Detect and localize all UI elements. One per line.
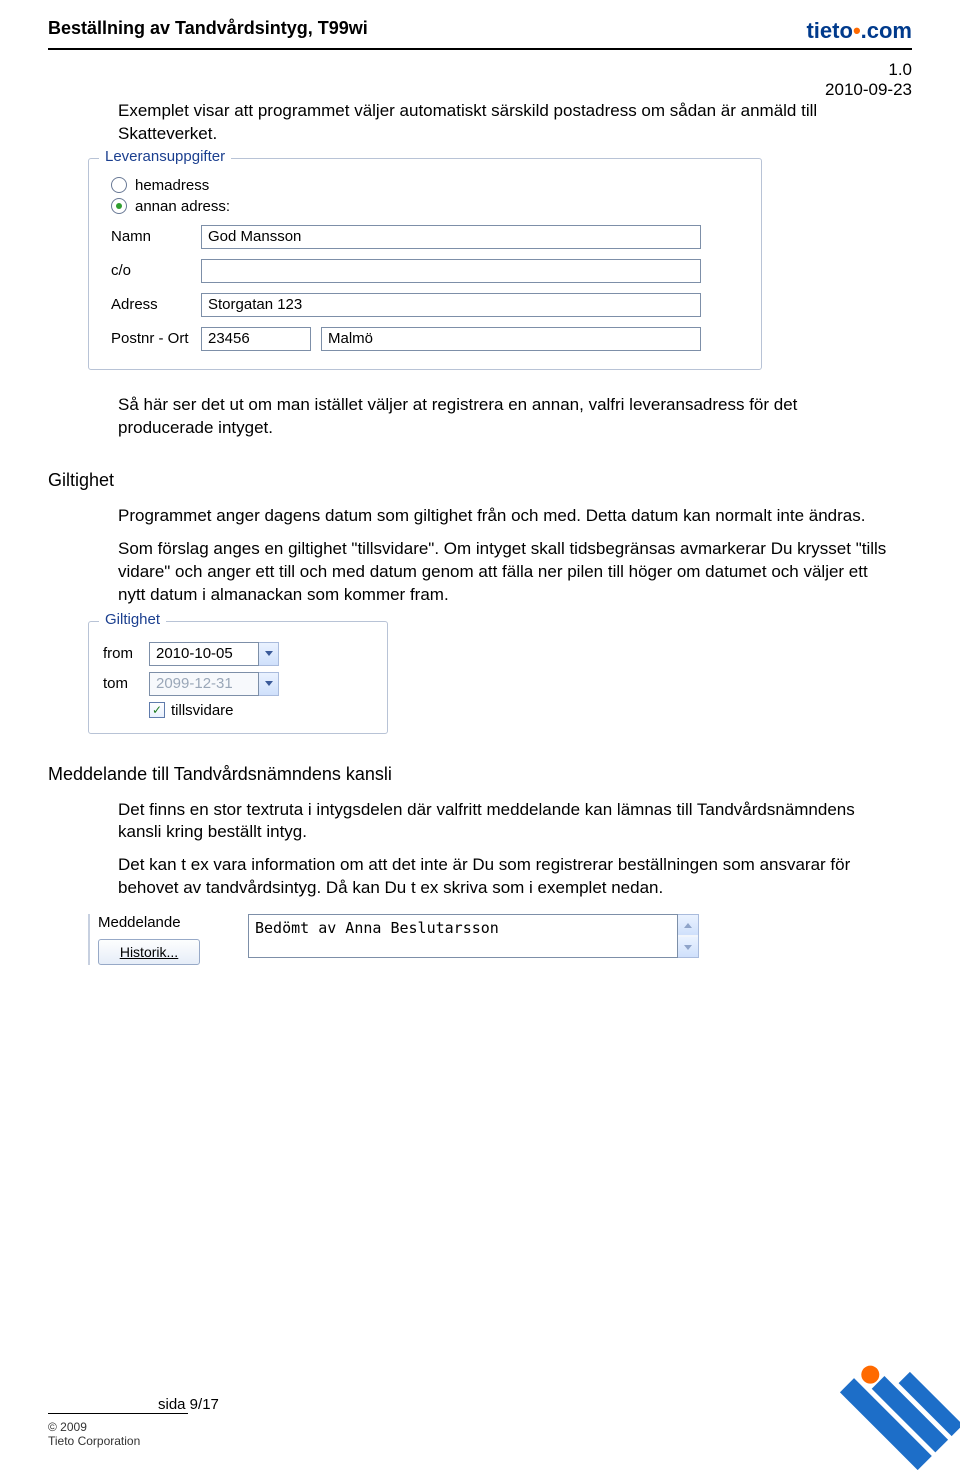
leverans-panel: Leveransuppgifter hemadress annan adress… (88, 158, 762, 370)
ort-field[interactable] (321, 327, 701, 351)
checkmark-icon: ✓ (152, 704, 162, 716)
footer-company: Tieto Corporation (48, 1434, 912, 1448)
tom-date-field[interactable] (149, 672, 259, 696)
page-number: sida 9/17 (158, 1396, 912, 1413)
postnr-label: Postnr - Ort (111, 330, 201, 347)
co-field[interactable] (201, 259, 701, 283)
meddelande-panel: Meddelande Historik... (88, 914, 778, 965)
giltighet-legend: Giltighet (99, 611, 166, 628)
intro-text: Exemplet visar att programmet väljer aut… (118, 100, 892, 146)
header-divider (48, 48, 912, 50)
brand-suffix: .com (861, 18, 912, 43)
tillsvidare-label: tillsvidare (171, 702, 234, 719)
date-label: 2010-09-23 (48, 80, 912, 100)
tom-label: tom (103, 675, 149, 692)
radio-hemadress-label: hemadress (135, 177, 209, 194)
brand-primary: tieto (806, 18, 852, 43)
meddelande-textarea[interactable] (248, 914, 678, 958)
meddelande-label: Meddelande (98, 914, 248, 931)
after-panel-text: Så här ser det ut om man istället väljer… (118, 394, 892, 440)
historik-button[interactable]: Historik... (98, 939, 200, 965)
meddelande-p2: Det kan t ex vara information om att det… (118, 854, 892, 900)
co-label: c/o (111, 262, 201, 279)
postnr-field[interactable] (201, 327, 311, 351)
giltighet-p2: Som förslag anges en giltighet "tillsvid… (118, 538, 892, 607)
giltighet-heading: Giltighet (48, 470, 892, 491)
chevron-down-icon (265, 651, 273, 656)
adress-label: Adress (111, 296, 201, 313)
chevron-down-icon (684, 945, 692, 950)
tieto-corner-logo-icon (840, 1350, 960, 1470)
giltighet-p1: Programmet anger dagens datum som giltig… (118, 505, 892, 528)
radio-annan-adress-label: annan adress: (135, 198, 230, 215)
meddelande-heading: Meddelande till Tandvårdsnämndens kansli (48, 764, 892, 785)
adress-field[interactable] (201, 293, 701, 317)
page-title: Beställning av Tandvårdsintyg, T99wi (48, 18, 368, 39)
footer-copyright: © 2009 (48, 1420, 912, 1434)
footer-divider (48, 1413, 188, 1414)
chevron-up-icon (684, 923, 692, 928)
namn-label: Namn (111, 228, 201, 245)
meddelande-p1: Det finns en stor textruta i intygsdelen… (118, 799, 892, 845)
version-label: 1.0 (48, 60, 912, 80)
leverans-legend: Leveransuppgifter (99, 148, 231, 165)
radio-annan-adress[interactable] (111, 198, 127, 214)
from-label: from (103, 645, 149, 662)
textarea-scrollbar[interactable] (678, 914, 699, 958)
brand-dot-icon: • (853, 18, 861, 43)
chevron-down-icon (265, 681, 273, 686)
brand-logo: tieto•.com (806, 18, 912, 44)
tillsvidare-checkbox[interactable]: ✓ (149, 702, 165, 718)
from-date-field[interactable] (149, 642, 259, 666)
radio-hemadress[interactable] (111, 177, 127, 193)
tom-date-picker-button[interactable] (259, 672, 279, 696)
scroll-down-button[interactable] (678, 937, 698, 957)
historik-button-label: Historik... (120, 944, 178, 960)
giltighet-panel: Giltighet from tom ✓ tillsvidare (88, 621, 388, 734)
scroll-up-button[interactable] (678, 915, 698, 935)
from-date-picker-button[interactable] (259, 642, 279, 666)
namn-field[interactable] (201, 225, 701, 249)
